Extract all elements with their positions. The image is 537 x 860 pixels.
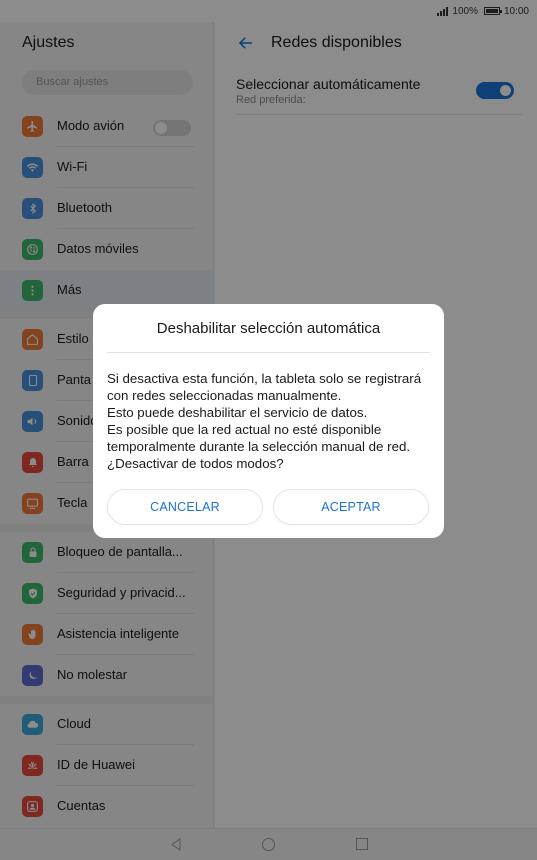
dialog-message-line: Si desactiva esta función, la tableta so… <box>107 371 422 403</box>
disable-auto-select-dialog: Deshabilitar selección automática Si des… <box>93 304 444 538</box>
dialog-message-line: Es posible que la red actual no esté dis… <box>107 422 411 454</box>
dialog-message-line: Esto puede deshabilitar el servicio de d… <box>107 405 368 420</box>
dialog-message: Si desactiva esta función, la tableta so… <box>107 370 437 472</box>
dialog-title: Deshabilitar selección automática <box>156 320 381 337</box>
dialog-message-line: ¿Desactivar de todos modos? <box>107 456 284 471</box>
accept-button[interactable]: ACEPTAR <box>273 489 429 525</box>
cancel-button[interactable]: CANCELAR <box>107 489 263 525</box>
